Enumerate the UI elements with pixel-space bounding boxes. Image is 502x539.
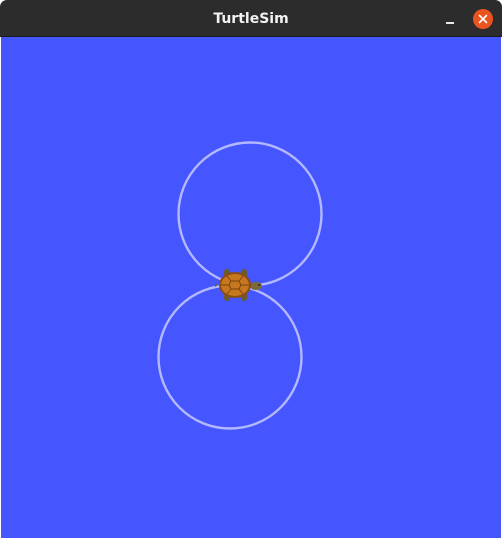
title-bar[interactable]: TurtleSim xyxy=(0,0,502,37)
close-button[interactable] xyxy=(473,9,493,29)
drawing-surface xyxy=(157,141,323,430)
turtlesim-window: TurtleSim xyxy=(0,0,502,539)
turtle-canvas xyxy=(1,37,501,538)
minimize-icon xyxy=(446,22,454,24)
minimize-button[interactable] xyxy=(440,9,460,29)
upper-trail-circle xyxy=(177,141,323,287)
turtle-icon xyxy=(215,269,262,301)
window-title: TurtleSim xyxy=(213,11,289,27)
lower-trail-circle xyxy=(157,284,303,430)
close-icon xyxy=(478,14,488,24)
